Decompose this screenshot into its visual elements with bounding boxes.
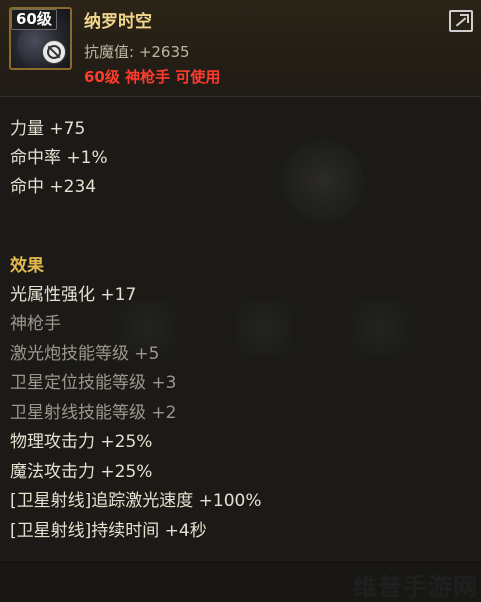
effect-line: [卫星射线]持续时间 +4秒 <box>10 521 207 541</box>
clipped-stat-line <box>10 92 170 102</box>
item-tooltip: 60级 纳罗时空 抗魔值: +2635 60级 神枪手 可使用 力量 +75 命… <box>0 0 481 563</box>
effect-line: 激光炮技能等级 +5 <box>10 344 160 364</box>
ban-icon <box>42 40 66 64</box>
level-badge: 60级 <box>11 9 57 30</box>
share-icon[interactable] <box>449 10 473 32</box>
effect-line: [卫星射线]追踪激光速度 +100% <box>10 491 262 511</box>
effect-line: 物理攻击力 +25% <box>10 432 153 452</box>
stat-line: 力量 +75 <box>10 119 86 139</box>
item-stat: 抗魔值: +2635 <box>84 43 190 61</box>
effect-line: 卫星定位技能等级 +3 <box>10 373 177 393</box>
effects-title: 效果 <box>10 256 44 276</box>
background-slot <box>236 300 292 356</box>
stat-line: 命中 +234 <box>10 177 97 197</box>
effect-line: 魔法攻击力 +25% <box>10 462 153 482</box>
stat-line: 命中率 +1% <box>10 148 108 168</box>
background-emblem <box>282 140 364 222</box>
watermark: 维普手游网 <box>353 573 478 601</box>
item-icon: 60级 <box>9 7 72 70</box>
effect-line: 光属性强化 +17 <box>10 285 137 305</box>
effect-line: 卫星射线技能等级 +2 <box>10 403 177 423</box>
tooltip-header: 60级 纳罗时空 抗魔值: +2635 60级 神枪手 可使用 <box>0 0 481 97</box>
effect-line: 神枪手 <box>10 314 61 334</box>
item-requirement: 60级 神枪手 可使用 <box>84 68 221 86</box>
item-name: 纳罗时空 <box>84 12 152 32</box>
background-slot <box>352 300 408 356</box>
